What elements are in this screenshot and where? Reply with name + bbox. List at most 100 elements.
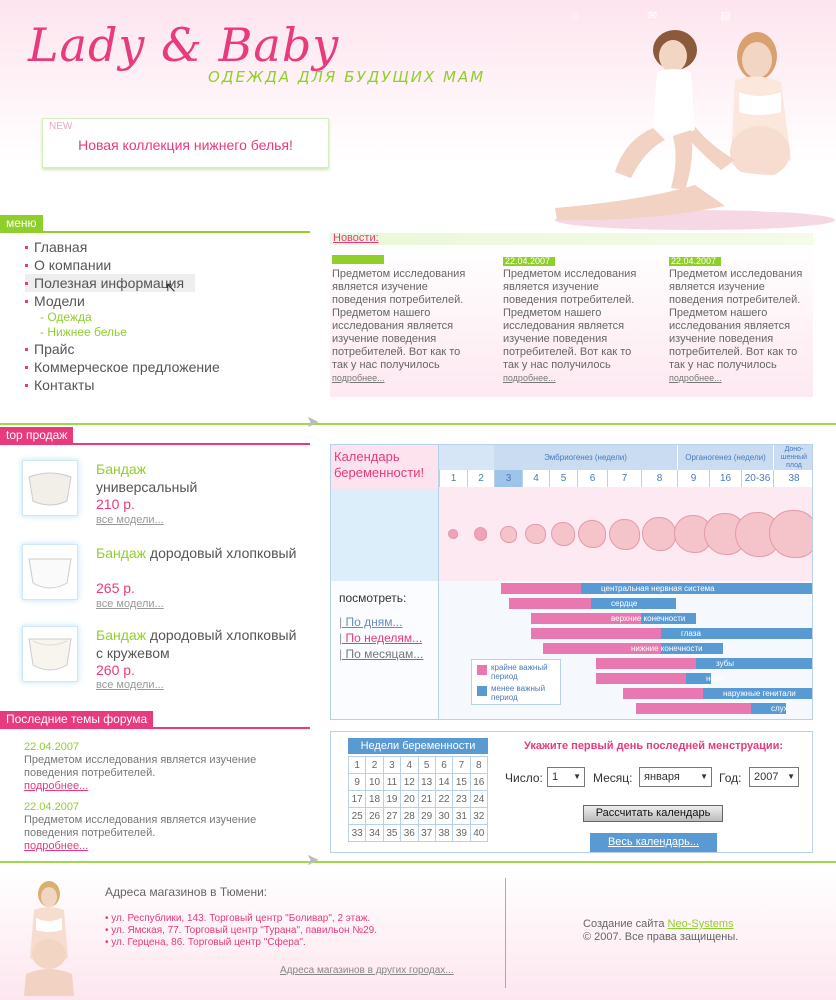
other-cities-link[interactable]: Адреса магазинов в других городах... (280, 965, 454, 976)
week-number-cell[interactable]: 17 (347, 790, 367, 808)
view-by-days-link[interactable]: | По дням... (339, 615, 402, 629)
critical-period-bar (596, 673, 686, 684)
week-number-cell[interactable]: 6 (434, 756, 454, 774)
all-models-link[interactable]: все модели... (96, 598, 164, 610)
menu-item-offer[interactable]: Коммерческое предложение (25, 358, 315, 376)
header-cell (439, 445, 494, 470)
news-title-link[interactable]: Новости: (333, 232, 379, 244)
site-credit: Создание сайта Neo-Systems © 2007. Все п… (583, 918, 738, 944)
week-number-cell[interactable]: 36 (400, 824, 419, 842)
week-cell: 5 (549, 470, 577, 487)
week-number-cell[interactable]: 27 (382, 807, 402, 825)
product-name[interactable]: Бандаж дородовый хлопковый с кружевом (96, 626, 306, 662)
developer-link[interactable]: Neo-Systems (668, 918, 734, 930)
week-cell: 9 (677, 470, 709, 487)
week-number-cell[interactable]: 21 (417, 790, 436, 808)
week-number-cell[interactable]: 15 (452, 773, 471, 791)
week-number-cell[interactable]: 13 (417, 773, 436, 791)
news-more-link[interactable]: подробнее... (503, 373, 556, 383)
product-image[interactable] (22, 544, 78, 600)
menu-underline (0, 231, 310, 233)
product-name[interactable]: Бандаж дородовый хлопковый (96, 544, 306, 562)
forum-post-more-link[interactable]: подробнее... (24, 780, 294, 793)
week-number-cell[interactable]: 3 (382, 756, 402, 774)
submenu-item-underwear[interactable]: - Нижнее белье (25, 325, 315, 340)
week-number-cell[interactable]: 11 (382, 773, 402, 791)
menu-item-about[interactable]: О компании (25, 256, 315, 274)
week-number-cell[interactable]: 23 (452, 790, 471, 808)
year-select[interactable]: 2007 (749, 767, 799, 787)
forum-post-more-link[interactable]: подробнее... (24, 840, 294, 853)
less-critical-period-bar (696, 658, 812, 669)
week-number-cell[interactable]: 18 (365, 790, 384, 808)
week-number-cell[interactable]: 22 (434, 790, 454, 808)
product-image[interactable] (22, 626, 78, 682)
week-number-cell[interactable]: 9 (347, 773, 367, 791)
new-collection-banner[interactable]: NEW Новая коллекция нижнего белья! (42, 118, 329, 168)
embryo-figure (608, 518, 640, 550)
product-name[interactable]: Бандаж универсальный (96, 460, 306, 496)
news-more-link[interactable]: подробнее... (669, 373, 722, 383)
full-calendar-button[interactable]: Весь календарь... (590, 833, 717, 852)
news-text: Предметом исследования является изучение… (332, 268, 466, 371)
week-number-cell[interactable]: 40 (469, 824, 489, 842)
week-number-cell[interactable]: 2 (365, 756, 384, 774)
forum-post: 22.04.2007 Предметом исследования являет… (24, 801, 294, 853)
week-number-cell[interactable]: 1 (347, 756, 367, 774)
week-number-cell[interactable]: 19 (382, 790, 402, 808)
week-number-cell[interactable]: 26 (365, 807, 384, 825)
week-number-cell[interactable]: 30 (434, 807, 454, 825)
week-number-cell[interactable]: 20 (400, 790, 419, 808)
week-number-cell[interactable]: 31 (452, 807, 471, 825)
legend-critical-label: крайне важный период (491, 663, 548, 681)
week-number-cell[interactable]: 34 (365, 824, 384, 842)
submenu-item-clothes[interactable]: - Одежда (25, 310, 315, 325)
bar-label: глаза (681, 629, 701, 638)
week-number-cell[interactable]: 39 (452, 824, 471, 842)
month-select[interactable]: января (639, 767, 712, 787)
embryo-figure (448, 529, 458, 539)
product-card: Бандаж дородовый хлопковый 265 р. все мо… (22, 544, 312, 614)
week-number-cell[interactable]: 35 (382, 824, 402, 842)
menu-item-contacts[interactable]: Контакты (25, 376, 315, 394)
section-divider (0, 423, 836, 425)
news-more-link[interactable]: подробнее... (332, 373, 385, 383)
week-number-cell[interactable]: 28 (400, 807, 419, 825)
week-number-cell[interactable]: 29 (417, 807, 436, 825)
week-number-cell[interactable]: 32 (469, 807, 489, 825)
week-number-cell[interactable]: 38 (434, 824, 454, 842)
embryo-figure (551, 522, 575, 546)
bar-label: наружные генитали (723, 689, 796, 698)
week-cell: 8 (641, 470, 677, 487)
view-by-months-link[interactable]: | По месяцам... (339, 647, 423, 661)
week-number-cell[interactable]: 37 (417, 824, 436, 842)
news-header: Новости: (330, 232, 813, 245)
all-models-link[interactable]: все модели... (96, 679, 164, 691)
bar-label: слух (771, 704, 788, 713)
logo[interactable]: Lady & Baby (28, 18, 339, 72)
calculator-prompt: Укажите первый день последней менструаци… (524, 740, 784, 752)
calculate-button[interactable]: Рассчитать календарь (583, 805, 723, 822)
week-number-cell[interactable]: 12 (400, 773, 419, 791)
calendar-title: Календарь беременности! (331, 445, 438, 489)
week-cell: 1 (439, 470, 467, 487)
week-number-cell[interactable]: 24 (469, 790, 489, 808)
day-select[interactable]: 1 (547, 767, 585, 787)
week-number-cell[interactable]: 25 (347, 807, 367, 825)
all-models-link[interactable]: все модели... (96, 514, 164, 526)
product-image[interactable] (22, 460, 78, 516)
week-number-cell[interactable]: 5 (417, 756, 436, 774)
week-number-cell[interactable]: 16 (469, 773, 489, 791)
week-number-cell[interactable]: 33 (347, 824, 367, 842)
week-number-cell[interactable]: 7 (452, 756, 471, 774)
week-number-cell[interactable]: 4 (400, 756, 419, 774)
week-number-cell[interactable]: 10 (365, 773, 384, 791)
view-title: посмотреть: (339, 591, 407, 605)
critical-period-bar (636, 703, 751, 714)
week-number-cell[interactable]: 14 (434, 773, 454, 791)
menu-item-price[interactable]: Прайс (25, 340, 315, 358)
menu-item-home[interactable]: Главная (25, 238, 315, 256)
bar-label: верхние конечности (611, 614, 686, 623)
week-number-cell[interactable]: 8 (469, 756, 489, 774)
view-by-weeks-link[interactable]: | По неделям... (339, 631, 422, 645)
